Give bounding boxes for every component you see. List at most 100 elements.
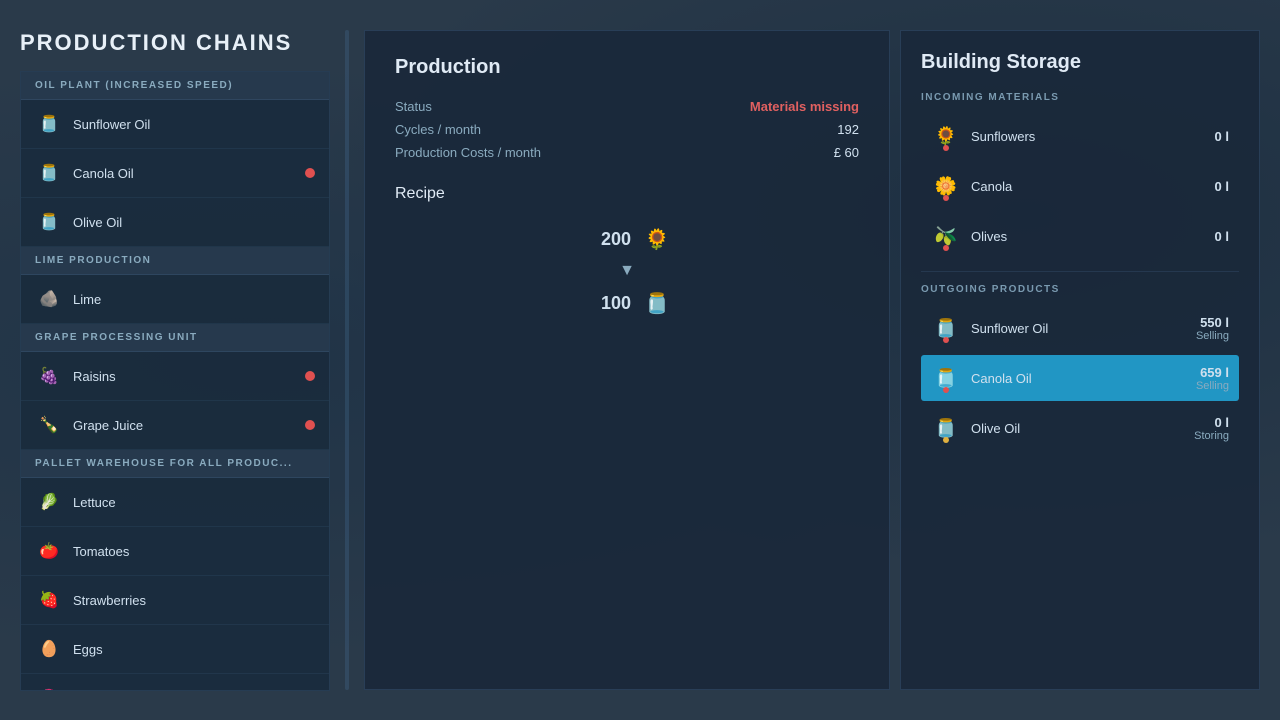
chain-item-icon: 🫙 [35, 208, 63, 236]
incoming-header: INCOMING MATERIALS [921, 92, 1239, 103]
storage-item-icon: 🫙 [931, 313, 961, 343]
storage-item-name: Olive Oil [971, 421, 1194, 436]
recipe-input-row: 200 🌻 [581, 223, 673, 255]
storage-item-right: 0 l [1215, 129, 1229, 144]
building-title: Building Storage [921, 51, 1239, 74]
chain-item-icon: 🍾 [35, 411, 63, 439]
storage-item-right: 0 l Storing [1194, 415, 1229, 442]
storage-dot [943, 387, 949, 393]
storage-outgoing-item[interactable]: 🫙 Sunflower Oil 550 l Selling [921, 305, 1239, 351]
incoming-items-list: 🌻 Sunflowers 0 l 🌼 Canola 0 l 🫒 Olives 0… [921, 113, 1239, 259]
chain-section-header: LIME PRODUCTION [21, 247, 329, 275]
chain-item-icon: 🥚 [35, 635, 63, 663]
costs-value: £ 60 [834, 145, 859, 160]
recipe-arrow: ▼ [619, 262, 635, 280]
cycles-label: Cycles / month [395, 122, 481, 137]
storage-item-status: Selling [1196, 330, 1229, 342]
recipe-output-amount: 100 [581, 293, 631, 314]
storage-item-amount: 0 l [1215, 179, 1229, 194]
storage-item-name: Sunflower Oil [971, 321, 1196, 336]
chain-item-icon: 🍇 [35, 362, 63, 390]
chain-item[interactable]: 🪨Lime [21, 275, 329, 324]
storage-dot [943, 337, 949, 343]
storage-item-right: 0 l [1215, 229, 1229, 244]
storage-item-status: Selling [1196, 380, 1229, 392]
building-storage-panel: Building Storage INCOMING MATERIALS 🌻 Su… [900, 30, 1260, 690]
chain-item-icon: 🫙 [35, 159, 63, 187]
status-value: Materials missing [750, 99, 859, 114]
storage-incoming-item[interactable]: 🌻 Sunflowers 0 l [921, 113, 1239, 159]
recipe-output-icon: 🫙 [641, 287, 673, 319]
recipe-title: Recipe [395, 185, 859, 203]
storage-outgoing-item[interactable]: 🫙 Canola Oil 659 l Selling [921, 355, 1239, 401]
chain-item[interactable]: 🫙 Olive Oil [21, 198, 329, 247]
storage-item-icon: 🫒 [931, 221, 961, 251]
storage-item-icon: 🌼 [931, 171, 961, 201]
status-row: Status Materials missing [395, 99, 859, 114]
recipe-visual: 200 🌻 ▼ 100 🫙 [395, 223, 859, 319]
storage-item-amount: 0 l [1215, 415, 1229, 430]
outgoing-header: OUTGOING PRODUCTS [921, 284, 1239, 295]
chain-item-icon: 🫙 [35, 110, 63, 138]
storage-dot [943, 145, 949, 151]
costs-row: Production Costs / month £ 60 [395, 145, 859, 160]
chain-list: OIL PLANT (INCREASED SPEED) 🫙 Sunflower Oi… [20, 71, 330, 691]
chain-item-name: Raisins [73, 369, 305, 384]
storage-item-right: 550 l Selling [1196, 315, 1229, 342]
chain-item-badge [305, 168, 315, 178]
chain-item[interactable]: 🧶 Wool [21, 674, 329, 691]
recipe-section: Recipe 200 🌻 ▼ 100 🫙 [395, 185, 859, 319]
chain-item[interactable]: 🫙 Sunflower Oil [21, 100, 329, 149]
chain-item[interactable]: 🥚 Eggs [21, 625, 329, 674]
chain-item[interactable]: 🍾 Grape Juice [21, 401, 329, 450]
chain-item-name: Strawberries [73, 593, 315, 608]
chain-section-header: GRAPE PROCESSING UNIT [21, 324, 329, 352]
chain-item-icon: 🍅 [35, 537, 63, 565]
storage-item-right: 0 l [1215, 179, 1229, 194]
storage-item-name: Olives [971, 229, 1215, 244]
costs-label: Production Costs / month [395, 145, 541, 160]
chain-item-name: Sunflower Oil [73, 117, 315, 132]
chain-item-name: Tomatoes [73, 544, 315, 559]
chain-item-icon: 🥬 [35, 488, 63, 516]
chain-item-badge [305, 420, 315, 430]
chain-item-name: Olive Oil [73, 215, 315, 230]
storage-dot [943, 195, 949, 201]
chain-item-name: Lime [73, 292, 315, 307]
scroll-divider [345, 30, 349, 690]
chain-section-header: OIL PLANT (INCREASED SPEED) [21, 72, 329, 100]
outgoing-items-list: 🫙 Sunflower Oil 550 l Selling 🫙 Canola O… [921, 305, 1239, 451]
recipe-input-amount: 200 [581, 229, 631, 250]
storage-item-name: Sunflowers [971, 129, 1215, 144]
production-stats: Status Materials missing Cycles / month … [395, 99, 859, 160]
chain-item-badge [305, 371, 315, 381]
production-panel: Production Status Materials missing Cycl… [364, 30, 890, 690]
storage-dot [943, 245, 949, 251]
chain-item[interactable]: 🥬 Lettuce [21, 478, 329, 527]
storage-item-right: 659 l Selling [1196, 365, 1229, 392]
chain-item-name: Eggs [73, 642, 315, 657]
chain-item[interactable]: 🍇 Raisins [21, 352, 329, 401]
chain-item-name: Grape Juice [73, 418, 305, 433]
chain-item-name: Wool [73, 691, 315, 692]
chain-item-icon: 🧶 [35, 684, 63, 691]
storage-outgoing-item[interactable]: 🫙 Olive Oil 0 l Storing [921, 405, 1239, 451]
chain-item[interactable]: 🍅 Tomatoes [21, 527, 329, 576]
recipe-output-row: 100 🫙 [581, 287, 673, 319]
storage-item-amount: 0 l [1215, 229, 1229, 244]
chain-item-name: Lettuce [73, 495, 315, 510]
storage-item-amount: 550 l [1200, 315, 1229, 330]
storage-item-amount: 0 l [1215, 129, 1229, 144]
cycles-value: 192 [837, 122, 859, 137]
storage-item-amount: 659 l [1200, 365, 1229, 380]
storage-dot [943, 437, 949, 443]
chain-item[interactable]: 🍓Strawberries [21, 576, 329, 625]
storage-incoming-item[interactable]: 🫒 Olives 0 l [921, 213, 1239, 259]
page-title: PRODUCTION CHAINS [20, 30, 330, 56]
production-title: Production [395, 56, 859, 79]
storage-item-status: Storing [1194, 430, 1229, 442]
storage-incoming-item[interactable]: 🌼 Canola 0 l [921, 163, 1239, 209]
storage-item-name: Canola [971, 179, 1215, 194]
chain-item[interactable]: 🫙Canola Oil [21, 149, 329, 198]
storage-item-name: Canola Oil [971, 371, 1196, 386]
